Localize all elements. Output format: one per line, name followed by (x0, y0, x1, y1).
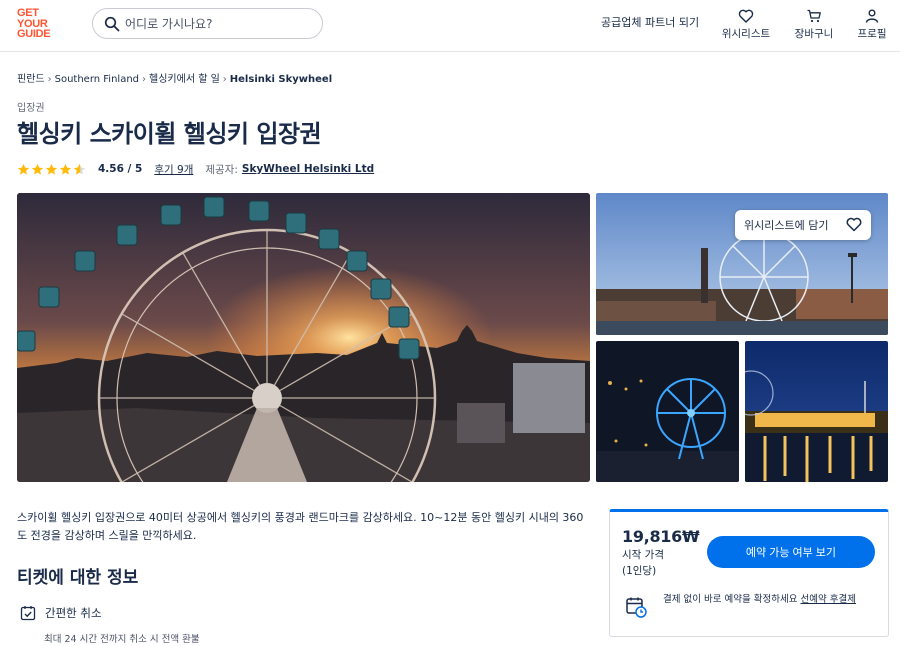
nav-profile-label: 프로필 (857, 28, 887, 40)
breadcrumb-separator: › (47, 74, 52, 85)
reserve-now-pay-later: 결제 없이 바로 예약을 확정하세요 선예약 후결제 (663, 592, 881, 607)
check-availability-button[interactable]: 예약 가능 여부 보기 (707, 536, 875, 568)
star-icon (17, 163, 30, 175)
product-description: 스카이휠 헬싱키 입장권으로 40미터 상공에서 헬싱키의 풍경과 랜드마크를 … (17, 511, 584, 542)
add-to-wishlist-label: 위시리스트에 담기 (744, 219, 829, 232)
breadcrumb-current: Helsinki Skywheel (229, 74, 333, 85)
price-from-label: 시작 가격 (622, 549, 664, 561)
star-icon (31, 163, 44, 175)
rating-row: 4.56 / 5 후기 9개 제공자: SkyWheel Helsinki Lt… (17, 161, 374, 177)
star-half-icon (73, 163, 86, 175)
search-input[interactable] (125, 14, 305, 34)
heart-icon (738, 9, 754, 23)
rating-score: 4.56 / 5 (98, 163, 143, 175)
getyourguide-logo[interactable]: GET YOUR GUIDE (17, 8, 61, 40)
breadcrumb-separator: › (222, 74, 227, 85)
reserve-text: 결제 없이 바로 예약을 확정하세요 (663, 594, 801, 605)
breadcrumb-separator: › (142, 74, 147, 85)
reserve-now-pay-later-link[interactable]: 선예약 후결제 (800, 594, 855, 605)
price: 19,816₩ (622, 527, 700, 546)
reviews-link[interactable]: 후기 9개 (154, 162, 193, 177)
nav-profile[interactable]: 프로필 (842, 9, 900, 41)
price-per-person: (1인당) (622, 565, 657, 577)
breadcrumb-item[interactable]: Southern Finland (55, 74, 139, 85)
skywheel-sunset-image (17, 193, 590, 482)
breadcrumb: 핀란드 › Southern Finland › 헬싱키에서 할 일 › Helsinki … (17, 70, 332, 85)
calendar-clock-icon (626, 597, 647, 618)
cart-icon (807, 9, 821, 23)
provider-label: 제공자: (205, 163, 238, 176)
logo-line-1: GET (17, 7, 39, 19)
logo-line-3: GUIDE (17, 28, 51, 40)
product-category: 입장권 (17, 103, 45, 114)
feature-title: 간편한 취소 (45, 606, 102, 620)
calendar-check-icon (20, 606, 36, 621)
photo-skywheel-night[interactable] (596, 341, 739, 482)
star-icon (45, 163, 58, 175)
feature-subtitle: 최대 24 시간 전까지 취소 시 전액 환불 (44, 634, 200, 645)
become-partner-link[interactable]: 공급업체 파트너 되기 (601, 14, 699, 30)
add-to-wishlist-button[interactable]: 위시리스트에 담기 (735, 210, 871, 240)
search-icon (104, 16, 120, 32)
nav-wishlist-label: 위시리스트 (721, 28, 771, 40)
booking-card: 19,816₩ 시작 가격 (1인당) 예약 가능 여부 보기 결제 없이 바로… (609, 509, 889, 637)
nav-wishlist[interactable]: 위시리스트 (716, 9, 776, 41)
star-icon (59, 163, 72, 175)
provider-link[interactable]: SkyWheel Helsinki Ltd (242, 163, 374, 175)
heart-icon (846, 217, 862, 232)
nav-cart-label: 장바구니 (794, 28, 834, 40)
profile-icon (865, 9, 879, 23)
main-photo-skywheel-sunset[interactable] (17, 193, 590, 482)
rating-stars (17, 163, 86, 176)
price-label: 시작 가격 (1인당) (622, 547, 702, 579)
photo-harbor-night[interactable] (745, 341, 888, 482)
breadcrumb-item[interactable]: 헬싱키에서 할 일 (149, 74, 220, 85)
site-header: GET YOUR GUIDE 공급업체 파트너 되기 위시리스트 장바구니 프로… (0, 0, 900, 52)
ticket-info-heading: 티켓에 대한 정보 (17, 568, 139, 588)
harbor-night-image (745, 341, 888, 482)
breadcrumb-item[interactable]: 핀란드 (17, 74, 45, 85)
page-title: 헬싱키 스카이휠 헬싱키 입장권 (17, 120, 322, 148)
skywheel-night-image (596, 341, 739, 482)
search-box[interactable] (92, 8, 323, 39)
nav-cart[interactable]: 장바구니 (784, 9, 844, 41)
